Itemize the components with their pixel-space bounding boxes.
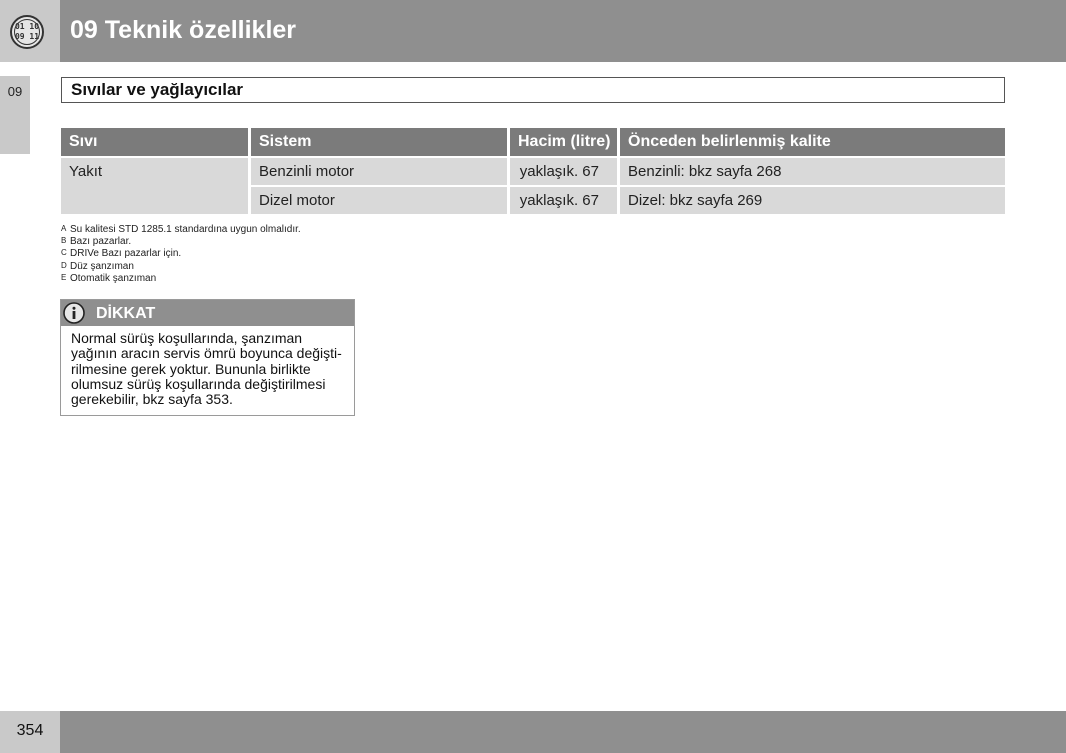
info-icon (63, 302, 85, 324)
table-cell-system: Dizel motor (251, 187, 507, 214)
section-title: Sıvılar ve yağlayıcılar (71, 80, 244, 99)
footnote-text: Otomatik şanzıman (70, 273, 157, 284)
footnote-letter: E (61, 273, 67, 282)
footnote: C DRIVe Bazı pazarlar için. (61, 247, 181, 260)
footnote-letter: D (61, 261, 67, 270)
footnote: E Otomatik şanzıman (61, 272, 156, 285)
table-cell-quality: Benzinli: bkz sayfa 268 (620, 158, 1005, 185)
table-cell-volume: yaklaşık. 67 (510, 187, 617, 214)
footnote-text: Düz şanzıman (70, 261, 134, 272)
table-cell-quality: Dizel: bkz sayfa 269 (620, 187, 1005, 214)
note-line: Normal sürüş koşullarında, şanzıman (71, 330, 303, 346)
table-header-quality: Önceden belirlenmiş kalite (620, 128, 1005, 156)
footer-bar (60, 711, 1066, 753)
table-cell-system: Benzinli motor (251, 158, 507, 185)
footnote-letter: C (61, 248, 67, 257)
chapter-icon-text: 01 10 09 11 (14, 22, 40, 41)
chapter-title: 09 Teknik özellikler (70, 16, 297, 44)
side-tab-label: 09 (7, 84, 23, 99)
table-header-fluid: Sıvı (61, 128, 248, 156)
page-number: 354 (16, 722, 44, 739)
table-header-volume: Hacim (litre) (510, 128, 617, 156)
footnote-text: Su kalitesi STD 1285.1 standardına uygun… (70, 224, 301, 235)
note-line: gerekebilir, bkz sayfa 353. (71, 391, 233, 408)
footnote-text: DRIVe Bazı pazarlar için. (70, 248, 182, 259)
note-line: olumsuz sürüş koşullarında değiştirilmes… (71, 375, 326, 392)
note-line: rilmesine gerek yoktur. Bununla birlikte (71, 360, 311, 377)
table-header-system: Sistem (251, 128, 507, 156)
footnote-letter: A (61, 224, 67, 233)
footnote-text: Bazı pazarlar. (70, 236, 132, 247)
note-body: Normal sürüş koşullarında, şanzıman yağı… (71, 330, 353, 408)
table-cell-volume: yaklaşık. 67 (510, 158, 617, 185)
note-line: yağının aracın servis ömrü boyunca değiş… (71, 345, 342, 362)
note-title: DİKKAT (96, 305, 156, 322)
table-cell-fluid: Yakıt (61, 158, 248, 214)
footnote-letter: B (61, 236, 67, 245)
